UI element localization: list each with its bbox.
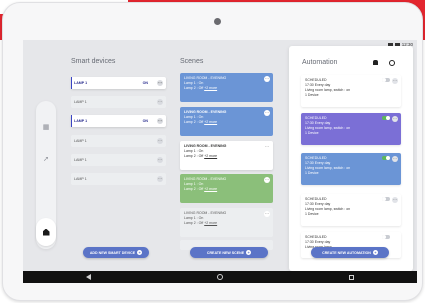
more-icon[interactable]: ⋯ bbox=[264, 211, 270, 217]
plus-icon: + bbox=[372, 250, 378, 255]
scene-more-link[interactable]: +2 more bbox=[204, 221, 217, 225]
device-row[interactable]: LAMP 1 ⋯ bbox=[71, 173, 166, 185]
create-scene-button[interactable]: CREATE NEW SCENE + bbox=[190, 247, 268, 258]
devices-title: Smart devices bbox=[71, 58, 116, 65]
device-row[interactable]: LAMP 1 ⋯ bbox=[71, 135, 166, 147]
automation-panel: Automation SCHEDULED 17:30 Every day Liv… bbox=[289, 46, 413, 271]
device-state: ON bbox=[142, 81, 148, 85]
add-device-button[interactable]: ADD NEW SMART DEVICE + bbox=[83, 247, 149, 258]
rule-devices: 1 Device bbox=[305, 171, 319, 175]
scene-line: Lamp 2 : Off bbox=[184, 120, 204, 124]
scene-card[interactable]: LIVING ROOM - EVENING Lamp 1 : On Lamp 2… bbox=[180, 208, 273, 237]
scene-line: Lamp 2 : Off bbox=[184, 86, 204, 90]
home-nav-icon[interactable] bbox=[217, 274, 223, 280]
more-icon[interactable]: ⋯ bbox=[392, 116, 398, 122]
more-icon[interactable]: ⋯ bbox=[157, 80, 163, 86]
plus-icon: + bbox=[246, 250, 252, 255]
device-label: LAMP 1 bbox=[74, 100, 87, 104]
device-row[interactable]: LAMP 1 ON ⋯ bbox=[71, 77, 166, 89]
device-label: LAMP 1 bbox=[74, 119, 88, 123]
add-device-label: ADD NEW SMART DEVICE bbox=[89, 250, 136, 255]
rule-toggle[interactable] bbox=[382, 78, 390, 82]
scene-line: Lamp 2 : Off bbox=[184, 154, 204, 158]
device-row[interactable]: LAMP 1 ⋯ bbox=[71, 96, 166, 108]
more-icon[interactable]: ⋯ bbox=[264, 144, 270, 150]
automation-rule[interactable]: SCHEDULED 17:30 Every day Living room la… bbox=[301, 75, 401, 107]
scenes-title: Scenes bbox=[180, 58, 204, 65]
scene-more-link[interactable]: +2 more bbox=[204, 187, 217, 191]
gear-icon[interactable] bbox=[389, 60, 395, 66]
scene-more-link[interactable]: +2 more bbox=[204, 86, 217, 90]
rule-toggle[interactable] bbox=[382, 197, 390, 201]
device-label: LAMP 1 bbox=[74, 177, 87, 181]
grid-icon[interactable]: ▦ bbox=[40, 121, 52, 133]
rule-devices: 1 Device bbox=[305, 131, 319, 135]
automation-title: Automation bbox=[302, 59, 338, 66]
scene-card[interactable]: LIVING ROOM - EVENING Lamp 1 : On Lamp 2… bbox=[180, 141, 273, 170]
scene-card[interactable]: LIVING ROOM - EVENING Lamp 1 : On Lamp 2… bbox=[180, 73, 273, 102]
back-icon[interactable] bbox=[86, 274, 91, 280]
automation-rule[interactable]: SCHEDULED 17:30 Every day Living room la… bbox=[301, 194, 401, 226]
create-automation-label: CREATE NEW AUTOMATION bbox=[322, 250, 371, 255]
more-icon[interactable]: ⋯ bbox=[157, 99, 163, 105]
device-state: ON bbox=[142, 119, 148, 123]
more-icon[interactable]: ⋯ bbox=[157, 176, 163, 182]
device-label: LAMP 1 bbox=[74, 81, 88, 85]
app-screen: 12:30 ▦ ➚ Smart devices Scenes LAMP 1 ON… bbox=[23, 40, 417, 283]
device-label: LAMP 1 bbox=[74, 139, 87, 143]
create-scene-label: CREATE NEW SCENE bbox=[206, 250, 245, 255]
automation-rule[interactable]: SCHEDULED 17:30 Every day Living room la… bbox=[301, 113, 401, 145]
camera-icon bbox=[214, 18, 221, 25]
more-icon[interactable]: ⋯ bbox=[157, 157, 163, 163]
more-icon[interactable]: ⋯ bbox=[392, 197, 398, 203]
side-rail: ▦ ➚ bbox=[36, 101, 56, 249]
scene-more-link[interactable]: +2 more bbox=[204, 154, 217, 158]
home-icon bbox=[42, 228, 50, 236]
rule-toggle[interactable] bbox=[382, 235, 390, 239]
create-automation-button[interactable]: CREATE NEW AUTOMATION + bbox=[311, 247, 389, 258]
scene-line: Lamp 2 : Off bbox=[184, 187, 204, 191]
device-row[interactable]: LAMP 1 ⋯ bbox=[71, 154, 166, 166]
scene-card[interactable]: LIVING ROOM - EVENING Lamp 1 : On Lamp 2… bbox=[180, 174, 273, 203]
rule-devices: 1 Device bbox=[305, 212, 319, 216]
nav-bar bbox=[23, 271, 417, 283]
rule-toggle[interactable] bbox=[382, 116, 390, 120]
more-icon[interactable]: ⋯ bbox=[264, 76, 270, 82]
plus-icon: + bbox=[137, 250, 143, 255]
tablet-frame: 12:30 ▦ ➚ Smart devices Scenes LAMP 1 ON… bbox=[2, 2, 423, 301]
recents-icon[interactable] bbox=[349, 274, 354, 280]
scene-card[interactable]: LIVING ROOM - EVENING Lamp 1 : On Lamp 2… bbox=[180, 107, 273, 136]
more-icon[interactable]: ⋯ bbox=[392, 156, 398, 162]
automation-rule[interactable]: SCHEDULED 17:30 Every day Living room la… bbox=[301, 153, 401, 185]
more-icon[interactable]: ⋯ bbox=[264, 177, 270, 183]
rule-toggle[interactable] bbox=[382, 156, 390, 160]
home-button[interactable] bbox=[36, 218, 56, 246]
wand-icon[interactable]: ➚ bbox=[40, 153, 52, 165]
more-icon[interactable]: ⋯ bbox=[157, 118, 163, 124]
rule-devices: 1 Device bbox=[305, 93, 319, 97]
more-icon[interactable]: ⋯ bbox=[157, 138, 163, 144]
device-row[interactable]: LAMP 1 ON ⋯ bbox=[71, 115, 166, 127]
scene-line: Lamp 2 : Off bbox=[184, 221, 204, 225]
more-icon[interactable]: ⋯ bbox=[392, 78, 398, 84]
more-icon[interactable]: ⋯ bbox=[264, 110, 270, 116]
scene-more-link[interactable]: +2 more bbox=[204, 120, 217, 124]
device-label: LAMP 1 bbox=[74, 158, 87, 162]
bell-icon[interactable] bbox=[373, 60, 378, 65]
